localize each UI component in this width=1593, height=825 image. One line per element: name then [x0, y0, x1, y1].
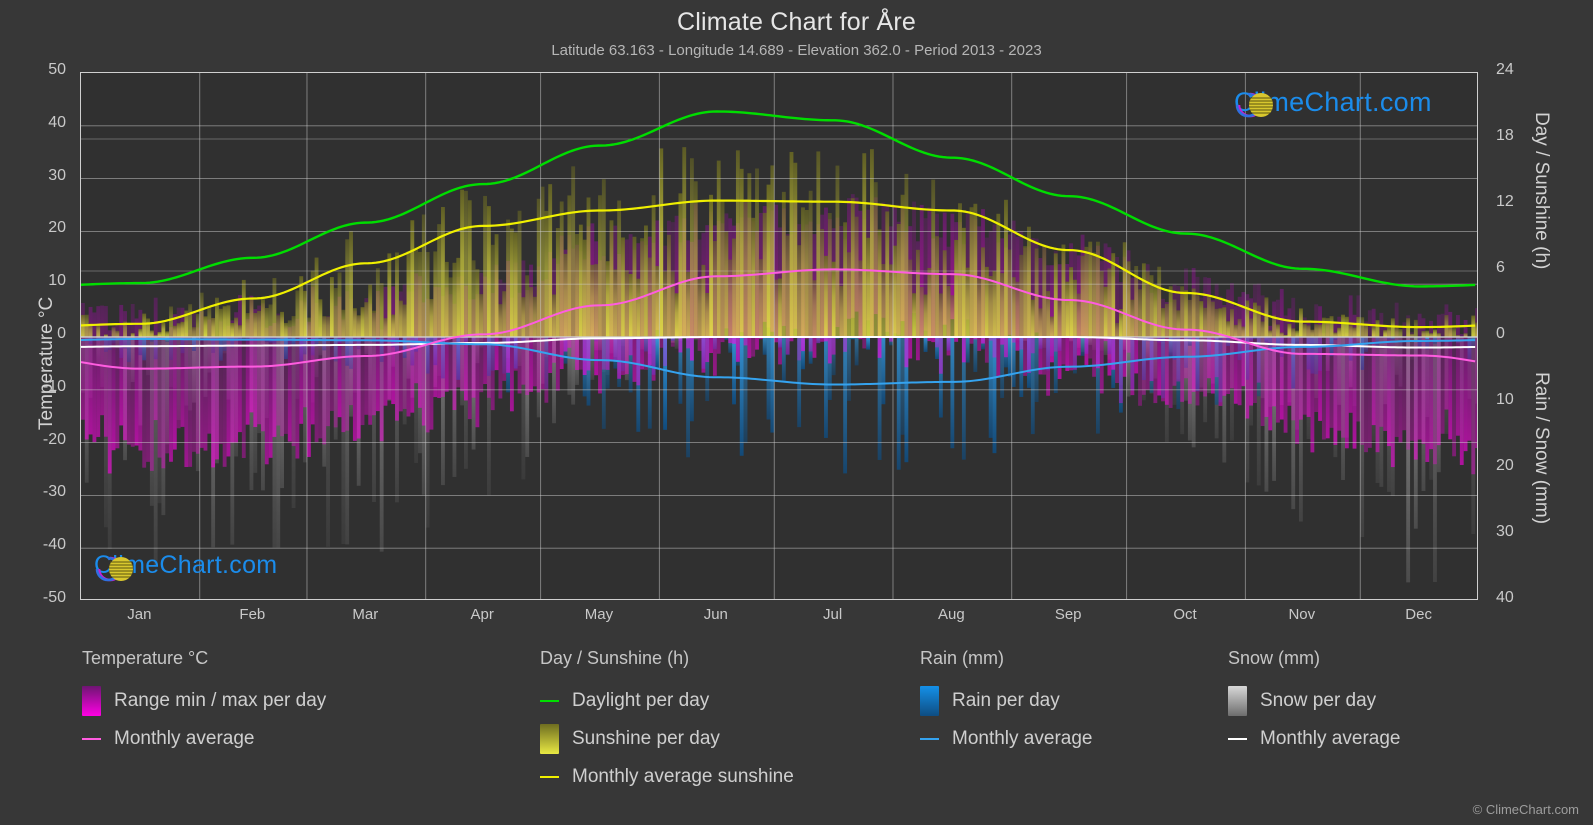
right-axis-bottom-title: Rain / Snow (mm) — [1531, 372, 1552, 525]
legend-swatch-line — [82, 724, 101, 754]
legend-group-temperature-c: Temperature °C Range min / max per day Mon… — [82, 648, 326, 758]
right-tick-hours: 12 — [1496, 193, 1514, 210]
legend-item[interactable]: Rain per day — [920, 682, 1092, 720]
watermark-logo-bottom: ClimeChart.com — [91, 551, 277, 582]
right-tick-hours: 6 — [1496, 259, 1505, 276]
legend-item[interactable]: Sunshine per day — [540, 720, 794, 758]
legend-group-snow-mm: Snow (mm) Snow per day Monthly average — [1228, 648, 1400, 758]
legend-group-title: Snow (mm) — [1228, 648, 1321, 668]
legend-swatch-gradient — [1228, 686, 1247, 716]
left-tick: -50 — [42, 589, 66, 606]
legend-item-label: Sunshine per day — [572, 728, 720, 749]
left-tick: -20 — [42, 430, 66, 448]
legend-swatch-line — [920, 724, 939, 754]
legend-group-day-sunshine-h: Day / Sunshine (h) Daylight per day Sunshi… — [540, 648, 794, 796]
climechart-logo-icon — [95, 556, 133, 582]
x-tick-oct: Oct — [1173, 606, 1197, 623]
legend-item[interactable]: Monthly average — [920, 720, 1092, 758]
right-tick-mm: 20 — [1496, 457, 1514, 474]
legend-item-label: Monthly average — [114, 728, 255, 749]
legend-item[interactable]: Monthly average sunshine — [540, 758, 794, 796]
legend-swatch-gradient — [920, 686, 939, 716]
x-tick-jun: Jun — [703, 606, 728, 623]
x-tick-sep: Sep — [1054, 606, 1082, 623]
legend-item-label: Monthly average — [952, 728, 1093, 749]
left-tick: -30 — [42, 483, 66, 501]
legend-item-label: Range min / max per day — [114, 690, 327, 711]
legend-item[interactable]: Monthly average — [82, 720, 326, 758]
left-tick: 30 — [48, 166, 66, 184]
left-tick: -10 — [42, 377, 66, 395]
legend-item-label: Monthly average sunshine — [572, 766, 794, 787]
legend-swatch-line — [1228, 724, 1247, 754]
legend-item[interactable]: Daylight per day — [540, 682, 794, 720]
legend-item[interactable]: Snow per day — [1228, 682, 1400, 720]
legend-item[interactable]: Monthly average — [1228, 720, 1400, 758]
x-tick-apr: Apr — [470, 606, 494, 623]
plot-area: ClimeChart.com ClimeChart.com — [80, 72, 1478, 600]
legend-swatch-line — [540, 686, 559, 716]
legend-swatch-gradient — [540, 724, 559, 754]
legend-swatch-gradient — [82, 686, 101, 716]
x-tick-mar: Mar — [352, 606, 379, 623]
x-tick-aug: Aug — [937, 606, 965, 623]
left-tick: 40 — [48, 113, 66, 131]
page-subtitle: Latitude 63.163 - Longitude 14.689 - Ele… — [551, 42, 1042, 59]
x-tick-dec: Dec — [1405, 606, 1432, 623]
left-tick: 10 — [48, 272, 66, 290]
x-tick-nov: Nov — [1288, 606, 1316, 623]
copyright-text: © ClimeChart.com — [1472, 802, 1579, 817]
x-tick-jul: Jul — [823, 606, 843, 623]
left-tick: -40 — [42, 536, 66, 554]
legend-group-title: Temperature °C — [82, 648, 209, 668]
watermark-logo-top: ClimeChart.com — [1231, 87, 1432, 118]
right-tick-mm: 30 — [1496, 523, 1514, 540]
legend-item-label: Monthly average — [1260, 728, 1401, 749]
x-tick-feb: Feb — [239, 606, 266, 623]
left-tick: 20 — [48, 219, 66, 237]
legend-group-rain-mm: Rain (mm) Rain per day Monthly average — [920, 648, 1092, 758]
right-axis-top-title: Day / Sunshine (h) — [1531, 112, 1552, 270]
legend-item-label: Rain per day — [952, 690, 1060, 711]
legend-item[interactable]: Range min / max per day — [82, 682, 326, 720]
right-tick-mm: 10 — [1496, 391, 1514, 408]
right-tick-hours: 24 — [1496, 61, 1514, 78]
page-title: Climate Chart for Åre — [677, 8, 916, 36]
x-tick-jan: Jan — [127, 606, 152, 623]
right-tick-mm: 40 — [1496, 589, 1514, 606]
legend-group-title: Rain (mm) — [920, 648, 1004, 668]
left-tick: 0 — [57, 325, 66, 342]
legend-group-title: Day / Sunshine (h) — [540, 648, 690, 668]
plot-canvas — [81, 73, 1477, 599]
climate-chart-page: Climate Chart for Åre Latitude 63.163 - … — [0, 0, 1593, 825]
right-tick-hours: 0 — [1496, 325, 1505, 342]
legend-item-label: Snow per day — [1260, 690, 1377, 711]
right-tick-hours: 18 — [1496, 127, 1514, 144]
legend-swatch-line — [540, 762, 559, 792]
chart-legend: Temperature °C Range min / max per day Mon… — [0, 648, 1593, 808]
legend-item-label: Daylight per day — [572, 690, 710, 711]
climechart-logo-icon — [1235, 92, 1273, 118]
x-tick-may: May — [584, 606, 614, 623]
left-tick: 50 — [48, 61, 66, 78]
left-axis-title: Temperature °C — [36, 296, 57, 430]
